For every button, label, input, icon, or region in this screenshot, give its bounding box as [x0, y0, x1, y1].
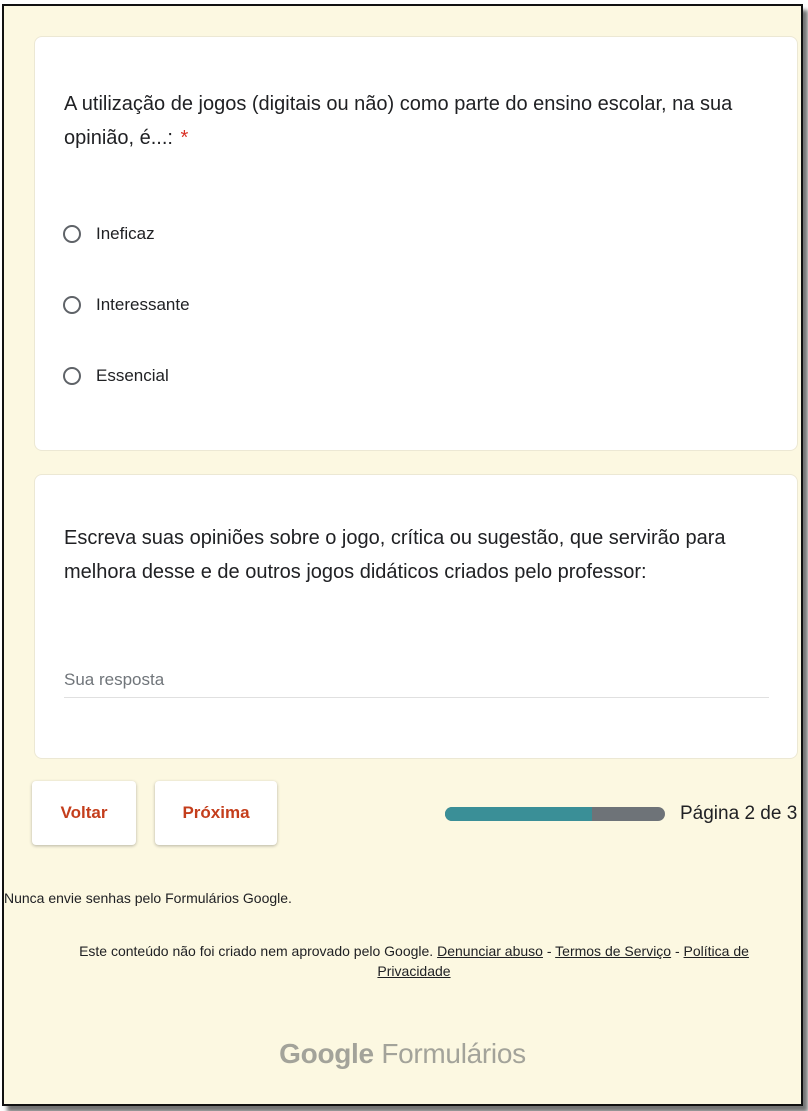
disclaimer-text: Este conteúdo não foi criado nem aprovad…	[79, 943, 434, 959]
option-label: Essencial	[96, 366, 169, 385]
question-title: Escreva suas opiniões sobre o jogo, crít…	[64, 527, 726, 583]
progress-bar	[445, 807, 665, 821]
option-label: Interessante	[96, 295, 190, 314]
form-page: A utilização de jogos (digitais ou não) …	[2, 4, 803, 1106]
question-text: A utilização de jogos (digitais ou não) …	[64, 93, 733, 149]
answer-input[interactable]	[64, 663, 769, 698]
radio-circle-icon[interactable]	[63, 296, 81, 314]
back-button[interactable]: Voltar	[32, 781, 136, 845]
separator: -	[546, 943, 552, 959]
radio-option-interessante[interactable]: Interessante	[63, 291, 190, 319]
brand-forms: Formulários	[381, 1038, 526, 1069]
brand-google: Google	[279, 1038, 374, 1069]
radio-circle-icon[interactable]	[63, 367, 81, 385]
question-title: A utilização de jogos (digitais ou não) …	[64, 87, 744, 155]
required-asterisk: *	[180, 127, 189, 149]
footer-disclaimer: Este conteúdo não foi criado nem aprovad…	[64, 941, 764, 981]
radio-circle-icon[interactable]	[63, 225, 81, 243]
report-abuse-link[interactable]: Denunciar abuso	[437, 943, 543, 959]
page-indicator: Página 2 de 3	[680, 803, 798, 824]
radio-option-ineficaz[interactable]: Ineficaz	[63, 220, 155, 248]
next-button[interactable]: Próxima	[155, 781, 277, 845]
option-label: Ineficaz	[96, 224, 155, 243]
password-warning: Nunca envie senhas pelo Formulários Goog…	[4, 890, 292, 906]
separator: -	[674, 943, 680, 959]
progress-bar-fill	[445, 807, 592, 821]
question-card-feedback: Escreva suas opiniões sobre o jogo, crít…	[34, 474, 798, 759]
terms-of-service-link[interactable]: Termos de Serviço	[555, 943, 671, 959]
radio-option-essencial[interactable]: Essencial	[63, 362, 169, 390]
question-card-games-in-teaching: A utilização de jogos (digitais ou não) …	[34, 36, 798, 451]
google-forms-logo[interactable]: Google Formulários	[4, 1038, 801, 1070]
